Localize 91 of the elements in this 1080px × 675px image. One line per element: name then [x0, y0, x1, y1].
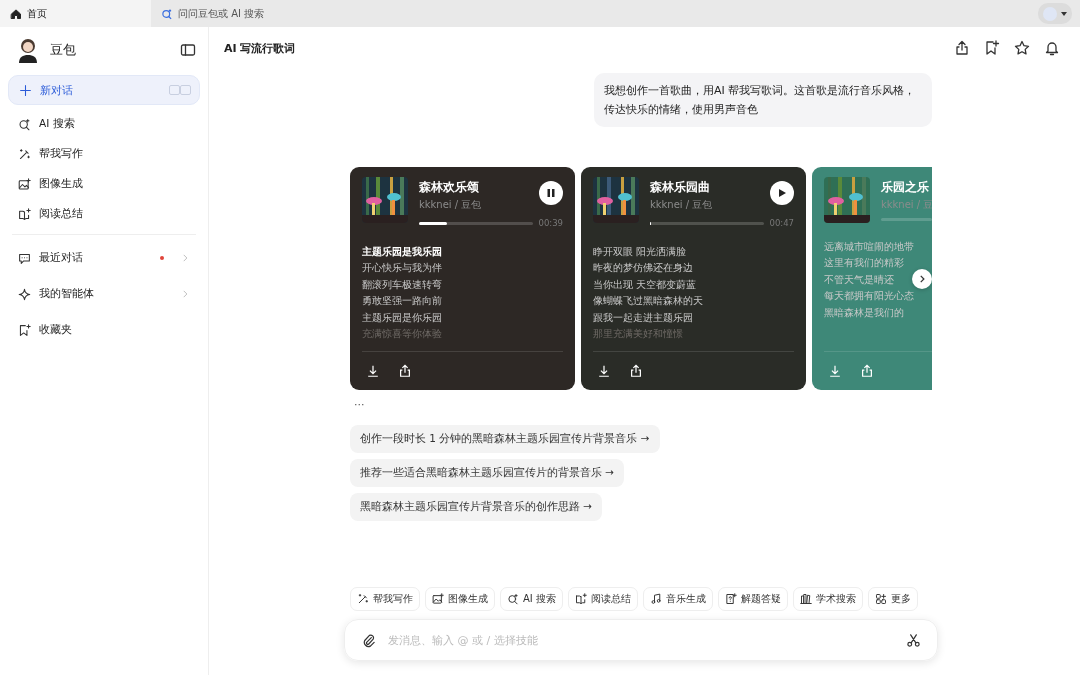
- lyric-line: 开心快乐与我为伴: [362, 261, 442, 276]
- song-title: 森林乐园曲: [650, 179, 711, 196]
- books-icon: [799, 593, 812, 605]
- new-chat-button[interactable]: 新对话: [8, 75, 200, 105]
- share-icon[interactable]: [629, 364, 643, 378]
- question-sheet-icon: [724, 593, 737, 605]
- share-icon: [954, 40, 970, 56]
- lyric-line: 昨夜的梦仿佛还在身边: [593, 261, 693, 276]
- download-icon[interactable]: [597, 364, 611, 378]
- music-note-icon: [649, 593, 662, 605]
- pause-icon: [546, 188, 556, 198]
- lyric-line: 像蝴蝶飞过黑暗森林的天: [593, 294, 703, 309]
- sidebar-item[interactable]: 收藏夹: [8, 312, 200, 348]
- sidebar-item[interactable]: 帮我写作: [8, 139, 200, 169]
- song-title: 森林欢乐颂: [419, 179, 480, 196]
- skill-chip[interactable]: 解题答疑: [717, 587, 788, 611]
- magic-pen-icon: [18, 147, 31, 161]
- message-field[interactable]: 发消息、输入 @ 或 / 选择技能: [344, 619, 938, 661]
- sparkle-icon: [18, 287, 31, 301]
- song-time: 00:39: [538, 218, 563, 228]
- skill-chip[interactable]: 帮我写作: [350, 587, 420, 611]
- lyric-line: 这里有我们的精彩: [824, 256, 904, 271]
- lyric-line: 主题乐园是我乐园: [362, 245, 442, 259]
- chat-bubble-icon: [18, 251, 31, 265]
- lyric-line: 翻滚列车极速转弯: [362, 277, 442, 292]
- skill-chip[interactable]: 音乐生成: [642, 587, 713, 611]
- suggestion-chip[interactable]: 黑暗森林主题乐园宣传片背景音乐的创作思路 →: [350, 493, 603, 521]
- skill-chip[interactable]: 学术搜索: [792, 587, 863, 611]
- lyric-line: 睁开双眼 阳光洒满脸: [593, 245, 687, 259]
- suggestion-chip[interactable]: 创作一段时长 1 分钟的黑暗森林主题乐园宣传片背景音乐 →: [350, 425, 660, 453]
- suggestion-chip[interactable]: 推荐一些适合黑暗森林主题乐园宣传片的背景音乐 →: [350, 459, 625, 487]
- plus-icon: [19, 83, 32, 97]
- pause-button[interactable]: [539, 181, 563, 205]
- app-name: 豆包: [50, 41, 76, 59]
- star-icon: [1014, 40, 1030, 56]
- favorite-button[interactable]: [1014, 40, 1030, 56]
- more-indicator: ···: [354, 398, 365, 411]
- skill-chip[interactable]: 图像生成: [425, 587, 495, 611]
- browser-tab[interactable]: 首页: [0, 0, 151, 27]
- search-sparkle-icon: [161, 7, 173, 20]
- grid-icon: [874, 593, 887, 605]
- lyric-line: 不管天气是晴还: [824, 272, 894, 287]
- progress-bar[interactable]: [419, 221, 533, 225]
- browser-tab[interactable]: 问问豆包或 AI 搜索: [151, 0, 301, 27]
- lyric-line: 远离城市喧闹的地带: [824, 240, 914, 254]
- scissors-icon: [906, 632, 921, 648]
- song-time: 00:47: [769, 218, 794, 228]
- share-icon[interactable]: [398, 364, 412, 378]
- avatar-icon: [16, 37, 40, 63]
- search-sparkle-icon: [18, 117, 31, 131]
- sidebar-item[interactable]: 图像生成: [8, 169, 200, 199]
- skill-chip[interactable]: 阅读总结: [567, 587, 638, 611]
- bookmark-icon: [18, 323, 31, 337]
- song-title: 乐园之乐: [881, 179, 930, 196]
- image-icon: [18, 177, 31, 191]
- user-message: 我想创作一首歌曲，用AI 帮我写歌词。这首歌是流行音乐风格，传达快乐的情绪，使用男声音色: [594, 73, 932, 127]
- skill-chip[interactable]: 更多: [867, 587, 918, 611]
- sidebar-item[interactable]: AI 搜索: [8, 109, 200, 139]
- message-input[interactable]: 发消息、输入 @ 或 / 选择技能: [386, 632, 896, 648]
- download-icon[interactable]: [366, 364, 380, 378]
- sidebar-toggle-button[interactable]: [180, 42, 196, 58]
- home-icon: [10, 7, 22, 20]
- bell-icon: [1044, 40, 1060, 56]
- skill-chip[interactable]: AI 搜索: [500, 587, 563, 611]
- song-author: kkknei / 豆包: [650, 198, 714, 212]
- keyboard-shortcut-icon: [169, 85, 191, 95]
- lyric-line: 跟我一起走进主题乐园: [593, 310, 693, 325]
- book-sparkle-icon: [18, 207, 31, 221]
- song-author: kkknei / 豆包: [419, 198, 483, 212]
- search-sparkle-icon: [507, 593, 519, 605]
- lyric-line: 黑暗森林是我们的: [824, 305, 904, 320]
- play-button[interactable]: [770, 181, 794, 205]
- sidebar-item[interactable]: 最近对话: [8, 240, 200, 276]
- lyric-line: 主题乐园是你乐园: [362, 310, 442, 325]
- lyric-line: 勇敢坚强一路向前: [362, 294, 442, 309]
- bookmark-plus-icon: [984, 40, 1000, 56]
- sidebar-item[interactable]: 我的智能体: [8, 276, 200, 312]
- sidebar-toggle-icon: [180, 42, 196, 58]
- paperclip-icon: [361, 632, 376, 648]
- conversation-title: AI 写流行歌词: [224, 40, 296, 56]
- play-icon: [777, 188, 787, 198]
- magic-pen-icon: [357, 593, 369, 605]
- lyric-line: 每天都拥有阳光心态: [824, 289, 914, 304]
- chevron-right-icon: [917, 274, 927, 284]
- bookmark-button[interactable]: [984, 40, 1000, 56]
- sidebar-item[interactable]: 阅读总结: [8, 199, 200, 229]
- lyric-line: 当你出现 天空都变蔚蓝: [593, 277, 697, 292]
- notification-button[interactable]: [1044, 40, 1060, 56]
- share-button[interactable]: [954, 40, 970, 56]
- book-sparkle-icon: [574, 593, 587, 605]
- image-icon: [432, 593, 444, 605]
